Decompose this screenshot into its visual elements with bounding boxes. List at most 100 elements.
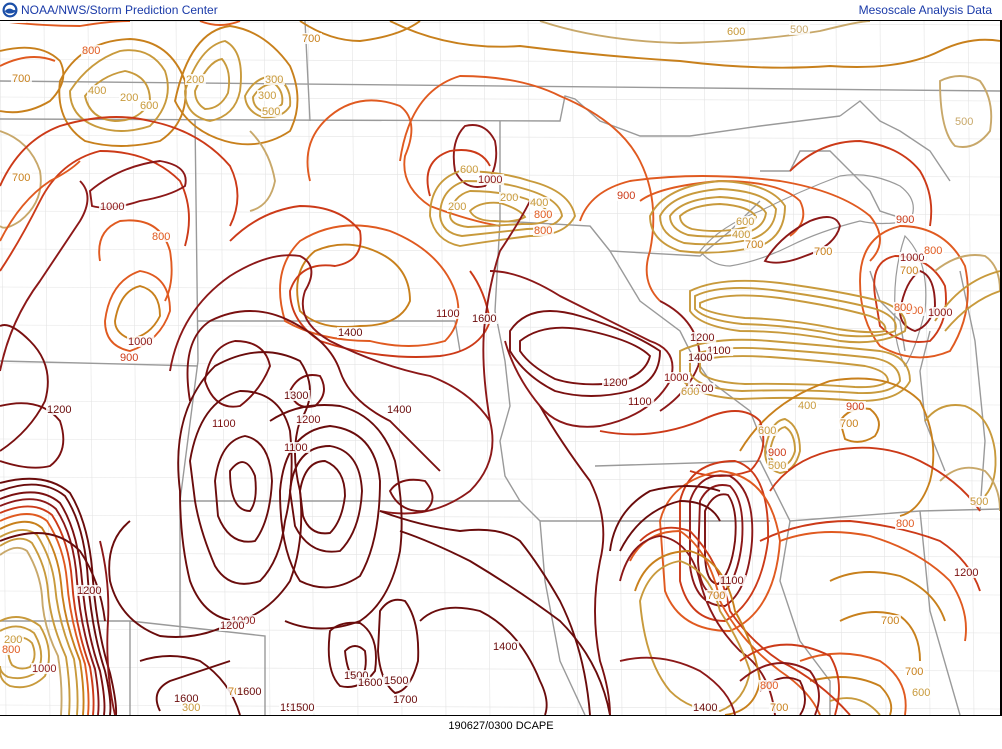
contour-high: [214, 435, 273, 543]
contour-label: 600: [727, 26, 745, 38]
county-line: [483, 21, 491, 715]
contour-c1100: [0, 491, 106, 715]
contour-label: 700: [814, 246, 832, 258]
contour-label: 1100: [436, 308, 460, 320]
contour-label: 700: [881, 615, 899, 627]
contour-label: 600: [460, 164, 478, 176]
contour-label: 1500: [384, 675, 408, 687]
contour-label: 1400: [338, 327, 362, 339]
contour-label: 1100: [628, 396, 652, 408]
contour-label: 900: [768, 447, 786, 459]
contour-label: 300: [258, 90, 276, 102]
state-border: [779, 520, 831, 715]
contour-labels: 800 700 700 600 500 500 400 200 300 200 600 300 500 7…: [0, 21, 990, 714]
contour-c900: [769, 446, 981, 512]
contour-c1100: [539, 405, 611, 715]
dcape-map: 800 700 700 600 500 500 400 200 300 200 600 300 500 7…: [0, 21, 1000, 715]
contour-label: 200: [186, 74, 204, 86]
contour-label: 700: [900, 265, 918, 277]
contour-label: 300: [182, 702, 200, 714]
contour-high: [189, 390, 293, 585]
county-line: [879, 21, 887, 715]
contour-c700: [809, 676, 893, 715]
contour-label: 1400: [693, 702, 717, 714]
contour-label: 900: [896, 214, 914, 226]
contour-label: 1000: [32, 663, 56, 675]
county-line: [571, 21, 579, 715]
contour-high: [108, 520, 236, 638]
product-title[interactable]: Mesoscale Analysis Data: [859, 3, 992, 17]
state-border: [179, 118, 199, 636]
contour-label: 600: [736, 216, 754, 228]
footer-bar: 190627/0300 DCAPE: [0, 716, 1002, 749]
county-line: [131, 21, 139, 715]
contour-label: 200: [120, 92, 138, 104]
contour-label: 400: [88, 85, 106, 97]
contour-label: 1200: [603, 377, 627, 389]
contour-high: [229, 461, 257, 512]
contour-label: 800: [82, 45, 100, 57]
county-line: [527, 21, 535, 715]
contour-high: [299, 460, 346, 535]
contour-label: 1200: [47, 404, 71, 416]
contour-label: 700: [707, 590, 725, 602]
contour-label: 600: [758, 425, 776, 437]
county-line: [0, 476, 1000, 482]
contour-label: 1600: [358, 677, 382, 689]
contour-label: 900: [617, 190, 635, 202]
contour-label: 900: [846, 401, 864, 413]
contour-label: 1600: [237, 686, 261, 698]
contour-label: 800: [152, 231, 170, 243]
contour-label: 500: [955, 116, 973, 128]
contour-c800: [279, 224, 460, 347]
contour-label: 700: [905, 666, 923, 678]
county-line: [747, 21, 755, 715]
county-line: [351, 21, 359, 715]
contour-label: 1400: [387, 404, 411, 416]
contour-c1100: [519, 326, 652, 386]
county-line: [791, 21, 799, 715]
contour-label: 1100: [284, 442, 308, 454]
contour-label: 500: [262, 106, 280, 118]
contour-label: 700: [302, 33, 320, 45]
contour-c1100: [186, 310, 441, 472]
contour-label: 1100: [720, 575, 744, 587]
contour-label: 1000: [900, 252, 924, 264]
contour-label: 1200: [296, 414, 320, 426]
county-line: [0, 666, 1000, 672]
org-title[interactable]: NOAA/NWS/Storm Prediction Center: [21, 3, 218, 17]
contour-label: 800: [760, 680, 778, 692]
county-line: [659, 21, 667, 715]
county-line: [219, 21, 227, 715]
contour-label: 800: [534, 225, 552, 237]
contour-c600: [468, 201, 527, 223]
county-line: [835, 21, 843, 715]
county-line: [703, 21, 711, 715]
contour-c900: [599, 410, 765, 477]
contour-label: 500: [970, 496, 988, 508]
county-line: [615, 21, 623, 715]
contour-c1100: [204, 340, 271, 408]
state-border: [689, 350, 771, 462]
contour-label: 800: [534, 209, 552, 221]
contour-label: 1200: [220, 620, 244, 632]
noaa-logo-icon: [2, 2, 18, 18]
contour-label: 1600: [472, 313, 496, 325]
contour-label: 900: [120, 352, 138, 364]
contour-label: 1300: [284, 390, 308, 402]
valid-time-label: 190627/0300 DCAPE: [448, 720, 554, 732]
contour-label: 1100: [212, 418, 236, 430]
contour-high: [399, 530, 611, 715]
contour-c1000: [482, 200, 531, 422]
county-line: [439, 21, 447, 715]
contour-label: 400: [798, 400, 816, 412]
county-line: [0, 590, 1000, 596]
county-line: [307, 21, 315, 715]
contour-label: 800: [896, 518, 914, 530]
contour-c800: [779, 531, 967, 642]
contour-label: 700: [0, 21, 18, 24]
contour-label: 800: [924, 245, 942, 257]
contour-label: 1000: [100, 201, 124, 213]
state-border: [959, 270, 986, 512]
contour-label: 1200: [77, 585, 101, 597]
